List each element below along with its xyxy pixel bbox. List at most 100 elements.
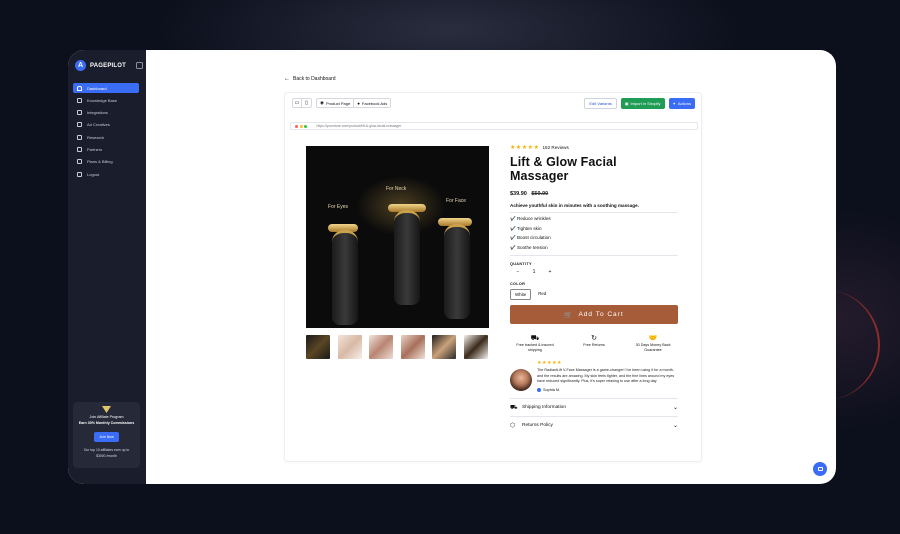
color-option-red[interactable]: Red [534, 289, 550, 300]
back-label: Back to Dashboard [293, 76, 336, 82]
reviewer: Sophia M. [537, 388, 678, 393]
sidebar-item-research[interactable]: Research [73, 132, 139, 142]
tab-product-page[interactable]: ◉ Product Page [316, 98, 355, 108]
edit-variants-button[interactable]: Edit Variants [584, 98, 617, 109]
device-face [444, 224, 470, 319]
sidebar-toggle-icon[interactable] [136, 62, 143, 69]
price: $39.90 [510, 191, 527, 197]
quantity-increment-button[interactable]: + [542, 269, 558, 275]
review-text: The RadiantLift V-Face Massager is a gam… [537, 368, 675, 383]
tab-facebook-ads[interactable]: ● Facebook Ads [354, 98, 392, 108]
star-icon: ★ [515, 145, 522, 151]
app-window: A PAGEPILOT Dashboard Knowledge Base Int… [68, 50, 836, 484]
perk-returns: ↻ Free Returns [569, 334, 619, 353]
sidebar-item-integrations[interactable]: Integrations [73, 108, 139, 118]
rating-row: ★ ★ ★ ★ ★ 152 Reviews [510, 144, 678, 151]
sidebar-item-label: Plans & Billing [87, 159, 113, 165]
browser-url-bar: https://yourstore.com/product/lift-&-glo… [290, 122, 698, 130]
return-icon: ↻ [591, 335, 597, 343]
reviewer-name: Sophia M. [543, 388, 561, 393]
quantity-stepper: − 1 + [510, 269, 678, 275]
view-toolbar: ▭ ▯ ◉ Product Page ● Facebook Ads [292, 98, 392, 108]
window-minimize-dot [299, 124, 303, 128]
star-icon: ★ [556, 360, 562, 367]
quantity-decrement-button[interactable]: − [510, 269, 526, 275]
add-to-cart-label: Add To Cart [578, 311, 624, 319]
sidebar-item-label: Partners [87, 146, 103, 152]
actions-button[interactable]: ✦ Actions [668, 98, 695, 109]
product-title: Lift & Glow Facial Massager [510, 155, 617, 183]
sidebar-item-ad-creatives[interactable]: Ad Creatives [73, 120, 139, 130]
divider [510, 254, 678, 256]
chat-icon [817, 467, 823, 471]
affiliate-footer-line-2: $3000 /month [96, 454, 117, 458]
url-text: https://yourstore.com/product/lift-&-glo… [316, 124, 402, 128]
review-count: 152 Reviews [542, 145, 569, 150]
back-to-dashboard-link[interactable]: ← Back to Dashboard [284, 76, 336, 82]
sidebar-item-label: Integrations [87, 110, 108, 116]
sidebar-item-knowledge-base[interactable]: Knowledge Base [73, 95, 139, 105]
feature-item: ✔️ Reduce wrinkles [510, 216, 551, 222]
feature-item: ✔️ Boost circulation [510, 235, 551, 241]
thumbnail-2[interactable] [337, 335, 362, 359]
device-neck [394, 210, 420, 305]
sidebar-item-logout[interactable]: Logout [73, 169, 139, 179]
mobile-view-icon[interactable]: ▯ [302, 98, 312, 108]
feature-list: ✔️ Reduce wrinkles ✔️ Tighten skin ✔️ Bo… [510, 216, 678, 251]
product-main-image: For Neck For Eyes For Face [306, 146, 489, 328]
compare-price: $59.90 [531, 191, 549, 197]
star-icon: ★ [510, 145, 516, 151]
color-option-white[interactable]: White [510, 289, 532, 301]
sidebar-item-label: Logout [87, 171, 100, 177]
price-row: $39.90 $59.90 [510, 191, 678, 197]
users-icon [77, 146, 82, 152]
thumbnail-6[interactable] [463, 335, 488, 359]
wand-icon [77, 122, 82, 128]
window-maximize-dot [304, 124, 307, 128]
facebook-icon: ● [357, 100, 360, 106]
star-icon: ★ [551, 360, 557, 367]
desktop-view-icon[interactable]: ▭ [292, 98, 302, 108]
accordion-shipping-information[interactable]: ⛟ Shipping Information ⌄ [510, 398, 678, 416]
review-stars: ★ ★ ★ ★ ★ [537, 360, 678, 366]
device-eyes [332, 230, 358, 325]
button-label: Import in Shopify [630, 101, 661, 106]
star-icon: ★ [533, 145, 539, 151]
gem-icon [102, 406, 111, 413]
affiliate-card: Join Affiliate Program Earn 30% Monthly … [73, 402, 140, 468]
join-now-button[interactable]: Join Now [94, 432, 119, 442]
button-label: Actions [677, 101, 691, 106]
thumbnail-5[interactable] [432, 335, 456, 359]
sidebar-item-plans-billing[interactable]: Plans & Billing [73, 157, 139, 167]
perk-guarantee: 🤝 30 Days Money Back Guarantee [628, 334, 678, 353]
affiliate-footer: Our top 10 affiliates earn up to $3000 /… [73, 447, 140, 459]
add-to-cart-button[interactable]: 🛒 Add To Cart [510, 305, 678, 325]
star-icon: ★ [527, 145, 534, 151]
logout-icon [77, 171, 82, 177]
preview-panel: ▭ ▯ ◉ Product Page ● Facebook Ads Edit V… [284, 92, 702, 462]
perk-line: shipping [528, 348, 542, 353]
info-accordion: ⛟ Shipping Information ⌄ ⬡ Returns Polic… [510, 398, 678, 434]
star-icon: ★ [541, 360, 547, 367]
label-for-neck: For Neck [386, 186, 407, 192]
thumbnail-3[interactable] [369, 335, 393, 359]
import-shopify-button[interactable]: ▣ Import in Shopify [620, 98, 665, 109]
sidebar-nav: Dashboard Knowledge Base Integrations Ad… [73, 83, 139, 181]
box-icon: ⬡ [510, 423, 516, 430]
chat-support-button[interactable] [813, 462, 827, 476]
cart-icon: 🛒 [564, 311, 574, 319]
product-tagline: Achieve youthful skin in minutes with a … [510, 203, 639, 208]
quantity-value[interactable]: 1 [526, 269, 542, 275]
thumbnail-1[interactable] [306, 335, 330, 359]
sidebar-item-partners[interactable]: Partners [73, 144, 139, 154]
perk-line: Guarantee [644, 348, 662, 353]
star-icon: ★ [537, 360, 542, 367]
thumbnail-4[interactable] [400, 335, 425, 359]
verified-icon [537, 388, 541, 393]
sidebar-item-dashboard[interactable]: Dashboard [73, 83, 139, 93]
accordion-returns-policy[interactable]: ⬡ Returns Policy ⌄ [510, 416, 678, 434]
feature-item: ✔️ Soothe tension [510, 244, 548, 250]
chevron-down-icon: ⌄ [672, 423, 678, 430]
tab-label: Facebook Ads [361, 100, 388, 106]
customer-review: ★ ★ ★ ★ ★ The RadiantLift V-Face Massage… [510, 360, 678, 393]
